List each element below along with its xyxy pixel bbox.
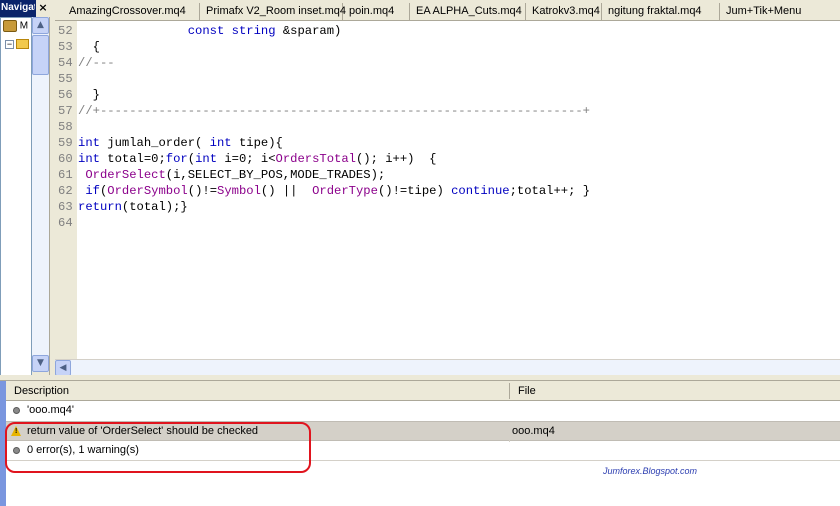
line-number: 57 xyxy=(58,104,73,118)
tab-primafx[interactable]: Primafx V2_Room inset.mq4 xyxy=(200,3,346,20)
tree-item-label: M xyxy=(19,20,29,32)
code-text[interactable]: //--- xyxy=(78,55,115,71)
code-text[interactable]: const string &sparam) xyxy=(78,23,342,39)
scroll-up-icon[interactable]: ▲ xyxy=(32,17,49,34)
collapse-icon[interactable]: − xyxy=(5,39,14,49)
message-file: ooo.mq4 xyxy=(512,425,555,437)
code-line[interactable]: 56 } xyxy=(58,87,840,103)
column-header-file[interactable]: File xyxy=(518,385,536,397)
code-line[interactable]: 54 //--- xyxy=(58,55,840,71)
line-number: 53 xyxy=(58,40,73,54)
message-description: 'ooo.mq4' xyxy=(27,404,75,416)
navigator-scrollbar[interactable]: ▲ ▼ xyxy=(32,17,49,372)
tab-jum-tik-menu[interactable]: Jum+Tik+Menu xyxy=(720,3,840,20)
code-line[interactable]: 60 int total=0;for(int i=0; i<OrdersTotal… xyxy=(58,151,840,167)
code-text[interactable]: int jumlah_order( int tipe){ xyxy=(78,135,283,151)
navigator-tree[interactable]: M − xyxy=(0,17,32,378)
close-icon[interactable]: × xyxy=(36,0,50,17)
line-number: 52 xyxy=(58,24,73,38)
code-line[interactable]: 59 int jumlah_order( int tipe){ xyxy=(58,135,840,151)
code-text[interactable]: int total=0;for(int i=0; i<OrdersTotal()… xyxy=(78,151,436,167)
code-text[interactable]: } xyxy=(78,87,100,103)
code-line[interactable]: 52 const string &sparam) xyxy=(58,23,840,39)
line-number: 55 xyxy=(58,72,73,86)
info-icon xyxy=(13,407,20,414)
line-number: 61 xyxy=(58,168,73,182)
code-line[interactable]: 63 return(total);} xyxy=(58,199,840,215)
column-header-description[interactable]: Description xyxy=(14,385,69,397)
expert-advisor-icon xyxy=(3,20,17,32)
code-line[interactable]: 62 if(OrderSymbol()!=Symbol() || OrderTy… xyxy=(58,183,840,199)
line-number: 54 xyxy=(58,56,73,70)
tab-ngitung-fraktal[interactable]: ngitung fraktal.mq4 xyxy=(602,3,720,20)
navigator-title-bar: Navigator × xyxy=(0,0,50,17)
editor-horizontal-scrollbar[interactable]: ◀ xyxy=(55,359,840,376)
watermark-text: Jumforex.Blogspot.com xyxy=(603,466,698,476)
code-text[interactable]: //+-------------------------------------… xyxy=(78,103,590,119)
folder-icon xyxy=(16,39,29,50)
tab-amazingcrossover[interactable]: AmazingCrossover.mq4 xyxy=(63,3,200,20)
table-row[interactable]: 'ooo.mq4' xyxy=(6,401,840,421)
code-line[interactable]: 53 { xyxy=(58,39,840,55)
code-line[interactable]: 64 xyxy=(58,215,840,231)
line-number: 63 xyxy=(58,200,73,214)
file-tab-strip: AmazingCrossover.mq4 Primafx V2_Room ins… xyxy=(55,0,840,21)
tab-katrokv3[interactable]: Katrokv3.mq4 xyxy=(526,3,602,20)
code-line[interactable]: 61 OrderSelect(i,SELECT_BY_POS,MODE_TRAD… xyxy=(58,167,840,183)
code-editor[interactable]: 52 const string &sparam) 53 {54//--- 55 56 … xyxy=(55,21,840,359)
tab-ea-alpha[interactable]: EA ALPHA_Cuts.mq4 xyxy=(410,3,526,20)
code-text[interactable]: return(total);} xyxy=(78,199,188,215)
tree-item-folder[interactable]: − xyxy=(5,39,29,55)
line-number: 64 xyxy=(58,216,73,230)
navigator-title: Navigator xyxy=(1,2,35,13)
line-number: 59 xyxy=(58,136,73,150)
code-line[interactable]: 57 //+-----------------------------------… xyxy=(58,103,840,119)
cell-divider xyxy=(509,422,510,442)
code-text[interactable]: if(OrderSymbol()!=Symbol() || OrderType(… xyxy=(78,183,590,199)
scroll-down-icon[interactable]: ▼ xyxy=(32,355,49,372)
table-header: Description File xyxy=(6,381,840,401)
column-divider[interactable] xyxy=(509,383,510,399)
code-text[interactable]: { xyxy=(78,39,100,55)
line-number: 58 xyxy=(58,120,73,134)
tab-poin[interactable]: poin.mq4 xyxy=(343,3,410,20)
scrollbar-thumb[interactable] xyxy=(32,35,49,75)
scroll-left-icon[interactable]: ◀ xyxy=(55,360,71,376)
line-number: 62 xyxy=(58,184,73,198)
line-number: 60 xyxy=(58,152,73,166)
code-text[interactable]: OrderSelect(i,SELECT_BY_POS,MODE_TRADES)… xyxy=(78,167,385,183)
line-number: 56 xyxy=(58,88,73,102)
navigator-panel: Navigator × M − ▲ ▼ xyxy=(0,0,50,378)
tree-item-expert[interactable]: M xyxy=(3,20,28,36)
code-line[interactable]: 58 xyxy=(58,119,840,135)
code-line[interactable]: 55 xyxy=(58,71,840,87)
highlight-annotation xyxy=(5,422,311,473)
code-area[interactable]: 52 const string &sparam) 53 {54//--- 55 56 … xyxy=(58,23,840,231)
